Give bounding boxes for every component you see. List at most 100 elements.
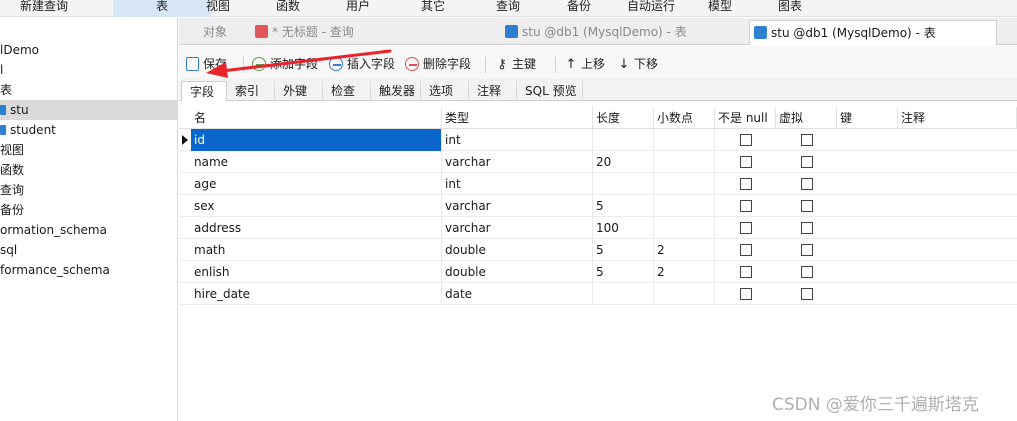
field-decimals-cell[interactable] bbox=[654, 129, 715, 151]
table-row[interactable]: sex varchar 5 bbox=[179, 195, 1017, 217]
nav-item-mysql[interactable]: sql bbox=[0, 240, 178, 260]
nav-item-queries[interactable]: 查询 bbox=[0, 180, 178, 200]
field-decimals-cell[interactable] bbox=[654, 173, 715, 195]
field-type-cell[interactable]: int bbox=[442, 173, 593, 195]
table-row[interactable]: hire_date date bbox=[179, 283, 1017, 305]
field-type-cell[interactable]: int bbox=[442, 129, 593, 151]
tab-objects[interactable]: 对象 bbox=[203, 20, 227, 45]
field-decimals-cell[interactable] bbox=[654, 195, 715, 217]
tab-indexes[interactable]: 索引 bbox=[227, 81, 275, 101]
save-button[interactable]: 保存 bbox=[186, 55, 227, 73]
virtual-checkbox[interactable] bbox=[801, 156, 813, 168]
add-field-button[interactable]: 添加字段 bbox=[252, 55, 318, 73]
column-header-name[interactable]: 名 bbox=[191, 107, 442, 129]
column-header-type[interactable]: 类型 bbox=[442, 107, 593, 129]
tab-sql-preview[interactable]: SQL 预览 bbox=[517, 81, 583, 101]
insert-field-button[interactable]: 插入字段 bbox=[329, 55, 395, 73]
field-length-cell[interactable] bbox=[593, 283, 654, 305]
field-name-cell[interactable]: id bbox=[191, 129, 442, 151]
not-null-checkbox[interactable] bbox=[740, 178, 752, 190]
not-null-checkbox[interactable] bbox=[740, 200, 752, 212]
tab-foreign-keys[interactable]: 外键 bbox=[275, 81, 323, 101]
column-header-virtual[interactable]: 虚拟 bbox=[776, 107, 837, 129]
not-null-checkbox[interactable] bbox=[740, 156, 752, 168]
column-header-not-null[interactable]: 不是 null bbox=[715, 107, 776, 129]
not-null-checkbox[interactable] bbox=[740, 266, 752, 278]
field-type-cell[interactable]: date bbox=[442, 283, 593, 305]
nav-item-database[interactable]: l bbox=[0, 60, 178, 80]
tab-stu-design-1[interactable]: stu @db1 (MysqlDemo) - 表 bbox=[505, 20, 687, 45]
table-row[interactable]: math double 5 2 bbox=[179, 239, 1017, 261]
field-decimals-cell[interactable] bbox=[654, 151, 715, 173]
tab-untitled-query[interactable]: * 无标题 - 查询 bbox=[255, 20, 354, 45]
field-type-cell[interactable]: varchar bbox=[442, 151, 593, 173]
field-type-cell[interactable]: varchar bbox=[442, 195, 593, 217]
field-length-cell[interactable]: 5 bbox=[593, 195, 654, 217]
field-name-cell[interactable]: sex bbox=[191, 195, 442, 217]
primary-key-button[interactable]: ⚷ 主键 bbox=[495, 55, 536, 73]
virtual-checkbox[interactable] bbox=[801, 288, 813, 300]
tab-triggers[interactable]: 触发器 bbox=[371, 81, 421, 101]
move-up-button[interactable]: ↑ 上移 bbox=[564, 55, 605, 73]
field-name-cell[interactable]: hire_date bbox=[191, 283, 442, 305]
menu-new-query[interactable]: 新建查询 bbox=[8, 0, 80, 17]
virtual-checkbox[interactable] bbox=[801, 266, 813, 278]
table-row[interactable]: age int bbox=[179, 173, 1017, 195]
table-row[interactable]: address varchar 100 bbox=[179, 217, 1017, 239]
field-decimals-cell[interactable]: 2 bbox=[654, 239, 715, 261]
menu-query[interactable]: 查询 bbox=[480, 0, 536, 17]
nav-item-backups[interactable]: 备份 bbox=[0, 200, 178, 220]
virtual-checkbox[interactable] bbox=[801, 134, 813, 146]
field-length-cell[interactable]: 20 bbox=[593, 151, 654, 173]
table-row[interactable]: enlish double 5 2 bbox=[179, 261, 1017, 283]
column-header-comment[interactable]: 注释 bbox=[898, 107, 1017, 129]
virtual-checkbox[interactable] bbox=[801, 178, 813, 190]
tab-stu-design-2[interactable]: stu @db1 (MysqlDemo) - 表 bbox=[749, 20, 997, 45]
field-decimals-cell[interactable]: 2 bbox=[654, 261, 715, 283]
virtual-checkbox[interactable] bbox=[801, 244, 813, 256]
field-type-cell[interactable]: varchar bbox=[442, 217, 593, 239]
nav-item-performance-schema[interactable]: formance_schema bbox=[0, 260, 178, 280]
field-decimals-cell[interactable] bbox=[654, 283, 715, 305]
nav-item-connection[interactable]: lDemo bbox=[0, 40, 178, 60]
field-type-cell[interactable]: double bbox=[442, 239, 593, 261]
menu-automation[interactable]: 自动运行 bbox=[619, 0, 683, 17]
tab-options[interactable]: 选项 bbox=[421, 81, 469, 101]
field-name-cell[interactable]: name bbox=[191, 151, 442, 173]
field-type-cell[interactable]: double bbox=[442, 261, 593, 283]
nav-item-student[interactable]: student bbox=[0, 120, 178, 140]
table-row[interactable]: id int bbox=[179, 129, 1017, 151]
table-row[interactable]: name varchar 20 bbox=[179, 151, 1017, 173]
menu-other[interactable]: 其它 bbox=[405, 0, 461, 17]
field-length-cell[interactable]: 100 bbox=[593, 217, 654, 239]
not-null-checkbox[interactable] bbox=[740, 288, 752, 300]
nav-item-views[interactable]: 视图 bbox=[0, 140, 178, 160]
menu-model[interactable]: 模型 bbox=[692, 0, 748, 17]
field-length-cell[interactable] bbox=[593, 129, 654, 151]
field-decimals-cell[interactable] bbox=[654, 217, 715, 239]
field-name-cell[interactable]: enlish bbox=[191, 261, 442, 283]
menu-backup[interactable]: 备份 bbox=[551, 0, 607, 17]
virtual-checkbox[interactable] bbox=[801, 200, 813, 212]
field-name-cell[interactable]: address bbox=[191, 217, 442, 239]
field-length-cell[interactable] bbox=[593, 173, 654, 195]
tab-fields[interactable]: 字段 bbox=[181, 81, 227, 101]
nav-item-functions[interactable]: 函数 bbox=[0, 160, 178, 180]
field-length-cell[interactable]: 5 bbox=[593, 261, 654, 283]
move-down-button[interactable]: ↓ 下移 bbox=[617, 55, 658, 73]
not-null-checkbox[interactable] bbox=[740, 134, 752, 146]
tab-comments[interactable]: 注释 bbox=[469, 81, 517, 101]
column-header-length[interactable]: 长度 bbox=[593, 107, 654, 129]
menu-chart[interactable]: 图表 bbox=[762, 0, 818, 17]
menu-view[interactable]: 视图 bbox=[190, 0, 246, 17]
not-null-checkbox[interactable] bbox=[740, 222, 752, 234]
menu-function[interactable]: 函数 bbox=[260, 0, 316, 17]
column-header-decimals[interactable]: 小数点 bbox=[654, 107, 715, 129]
field-name-cell[interactable]: math bbox=[191, 239, 442, 261]
field-length-cell[interactable]: 5 bbox=[593, 239, 654, 261]
column-header-key[interactable]: 键 bbox=[837, 107, 898, 129]
nav-item-tables[interactable]: 表 bbox=[0, 80, 178, 100]
not-null-checkbox[interactable] bbox=[740, 244, 752, 256]
nav-item-information-schema[interactable]: ormation_schema bbox=[0, 220, 178, 240]
virtual-checkbox[interactable] bbox=[801, 222, 813, 234]
